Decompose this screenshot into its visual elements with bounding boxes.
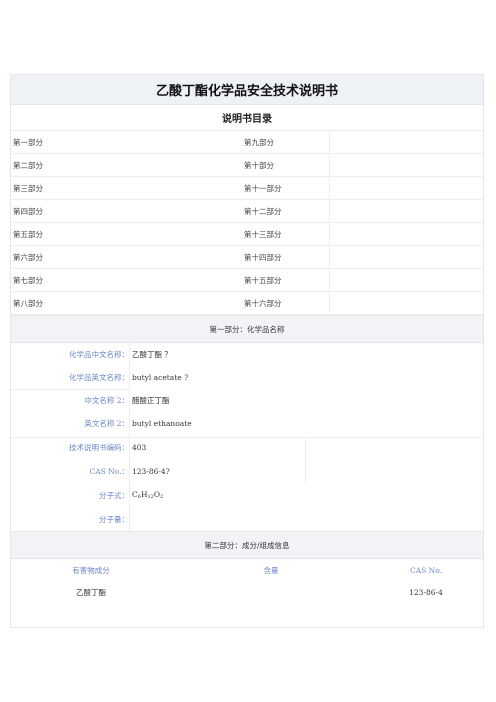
toc-link[interactable]: 第七部分 bbox=[11, 269, 242, 292]
toc-empty-cell bbox=[330, 223, 483, 246]
toc-link[interactable]: 第三部分 bbox=[11, 177, 242, 200]
toc-link[interactable]: 第十五部分 bbox=[242, 269, 330, 292]
field-label: 分子量： bbox=[99, 514, 129, 524]
toc-link[interactable]: 第十六部分 bbox=[242, 292, 330, 315]
toc-link[interactable]: 第九部分 bbox=[242, 131, 330, 154]
toc-link[interactable]: 第四部分 bbox=[11, 200, 242, 223]
toc-table: 第一部分 第九部分 第二部分 第十部分 第三部分 第十一部分 第四部分 第十二部… bbox=[11, 131, 483, 315]
table-divider bbox=[305, 437, 306, 485]
toc-link[interactable]: 第十三部分 bbox=[242, 223, 330, 246]
toc-link[interactable]: 第十二部分 bbox=[242, 200, 330, 223]
table-divider bbox=[11, 437, 483, 438]
component-cas: 123-86-4 bbox=[409, 587, 443, 597]
info-row: 英文名称 2： butyl ethanoate bbox=[11, 412, 483, 435]
document-title: 乙酸丁酯化学品安全技术说明书 bbox=[11, 75, 483, 105]
toc-link[interactable]: 第八部分 bbox=[11, 292, 242, 315]
field-value: 123-86-4? bbox=[132, 466, 170, 476]
field-label: 中文名称 2： bbox=[84, 396, 129, 405]
toc-link[interactable]: 第一部分 bbox=[11, 131, 242, 154]
toc-empty-cell bbox=[330, 131, 483, 154]
info-row: 分子式： C6H12O2 bbox=[11, 483, 483, 507]
info-row: 技术说明书编码： 403 bbox=[11, 435, 483, 459]
field-label: CAS No.： bbox=[89, 466, 129, 476]
toc-empty-cell bbox=[330, 269, 483, 292]
info-row: 化学品英文名称： butyl acetate ? bbox=[11, 366, 483, 389]
column-header: 有害物成分 bbox=[72, 565, 110, 575]
toc-link[interactable]: 第十四部分 bbox=[242, 246, 330, 269]
field-label: 化学品中文名称： bbox=[69, 350, 129, 359]
table-header-row: 有害物成分 含量 CAS No. bbox=[11, 559, 483, 581]
molecular-formula: C6H12O2 bbox=[132, 490, 164, 500]
field-value: 乙酸丁酯 ？ bbox=[132, 350, 172, 359]
toc-empty-cell bbox=[330, 292, 483, 315]
toc-link[interactable]: 第十部分 bbox=[242, 154, 330, 177]
field-label: 分子式： bbox=[99, 490, 129, 500]
section2-table: 有害物成分 含量 CAS No. 乙酸丁酯 123-86-4 bbox=[11, 559, 483, 603]
field-label: 技术说明书编码： bbox=[69, 442, 129, 452]
toc-link[interactable]: 第十一部分 bbox=[242, 177, 330, 200]
info-row: 化学品中文名称： 乙酸丁酯 ？ bbox=[11, 343, 483, 366]
section1-table: 化学品中文名称： 乙酸丁酯 ？ 化学品英文名称： butyl acetate ?… bbox=[11, 343, 483, 531]
column-header: 含量 bbox=[263, 565, 279, 575]
toc-empty-cell bbox=[330, 246, 483, 269]
component-name: 乙酸丁酯 bbox=[76, 587, 106, 597]
field-value: 醋酸正丁酯 bbox=[132, 396, 170, 405]
toc-empty-cell bbox=[330, 200, 483, 223]
info-row: CAS No.： 123-86-4? bbox=[11, 459, 483, 483]
column-header: CAS No. bbox=[409, 565, 442, 575]
section2-heading: 第二部分：成分/组成信息 bbox=[11, 531, 483, 559]
toc-empty-cell bbox=[330, 177, 483, 200]
table-row: 乙酸丁酯 123-86-4 bbox=[11, 581, 483, 603]
toc-empty-cell bbox=[330, 154, 483, 177]
toc-link[interactable]: 第六部分 bbox=[11, 246, 242, 269]
table-divider bbox=[11, 389, 129, 390]
field-value: butyl acetate ? bbox=[132, 373, 189, 382]
field-label: 化学品英文名称： bbox=[69, 373, 129, 382]
section1-heading: 第一部分：化学品名称 bbox=[11, 315, 483, 343]
msds-document: 乙酸丁酯化学品安全技术说明书 说明书目录 第一部分 第九部分 第二部分 第十部分… bbox=[10, 74, 484, 628]
info-row: 分子量： bbox=[11, 507, 483, 531]
field-value: butyl ethanoate bbox=[132, 419, 192, 428]
toc-link[interactable]: 第二部分 bbox=[11, 154, 242, 177]
toc-heading: 说明书目录 bbox=[11, 105, 483, 131]
info-row: 中文名称 2： 醋酸正丁酯 bbox=[11, 389, 483, 412]
toc-link[interactable]: 第五部分 bbox=[11, 223, 242, 246]
field-value: 403 bbox=[132, 442, 147, 452]
field-label: 英文名称 2： bbox=[84, 419, 129, 428]
